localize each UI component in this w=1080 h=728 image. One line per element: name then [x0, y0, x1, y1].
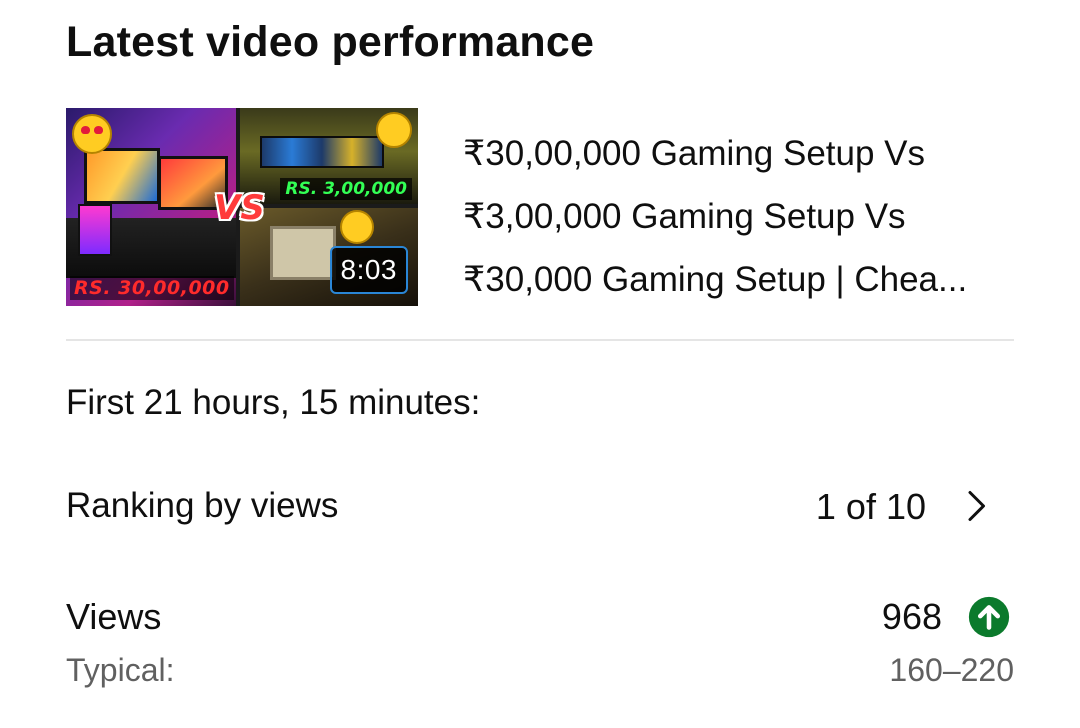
thumbnail-monitor-graphic	[84, 148, 160, 204]
thumbnail-vs-text: VS	[214, 188, 265, 228]
typical-label: Typical:	[66, 652, 175, 688]
video-title-line: ₹30,000 Gaming Setup | Chea...	[463, 260, 968, 299]
views-value: 968	[881, 596, 942, 637]
thumbnail-screens-graphic	[260, 136, 384, 168]
section-title: Latest video performance	[66, 18, 595, 66]
thumbnail-price-label: RS. 30,00,000	[70, 276, 234, 300]
tired-face-emoji-icon	[340, 210, 374, 244]
video-thumbnail[interactable]: RS. 30,00,000 RS. 3,00,000 VS 8:03	[66, 108, 418, 306]
video-title-line: ₹30,00,000 Gaming Setup Vs	[463, 134, 926, 173]
typical-range-value: 160–220	[889, 652, 1014, 688]
chevron-right-icon[interactable]	[958, 488, 994, 524]
divider	[66, 339, 1014, 341]
latest-video-performance-card: Latest video performance RS. 30,00,000 R…	[0, 0, 1080, 728]
heart-eyes-emoji-icon	[72, 114, 112, 154]
arrow-up-circle-icon	[968, 596, 1010, 638]
thumbnail-pc-graphic	[78, 204, 112, 256]
thumbnail-panel-mid: RS. 3,00,000	[240, 108, 418, 204]
money-face-emoji-icon	[376, 112, 412, 148]
thumbnail-panel-expensive: RS. 30,00,000	[66, 108, 236, 306]
thumbnail-crt-graphic	[270, 226, 336, 280]
video-duration-badge: 8:03	[329, 246, 408, 294]
ranking-by-views-row[interactable]: Ranking by views 1 of 10	[66, 474, 1016, 538]
ranking-value: 1 of 10	[815, 486, 926, 527]
views-label: Views	[66, 596, 162, 637]
time-period-label: First 21 hours, 15 minutes:	[66, 383, 481, 422]
video-title-line: ₹3,00,000 Gaming Setup Vs	[463, 197, 906, 236]
video-title[interactable]: ₹30,00,000 Gaming Setup Vs ₹3,00,000 Gam…	[463, 122, 1016, 311]
thumbnail-price-label: RS. 3,00,000	[280, 178, 412, 200]
ranking-label: Ranking by views	[66, 486, 339, 525]
latest-video-item[interactable]: RS. 30,00,000 RS. 3,00,000 VS 8:03 ₹30,0…	[66, 108, 1016, 306]
